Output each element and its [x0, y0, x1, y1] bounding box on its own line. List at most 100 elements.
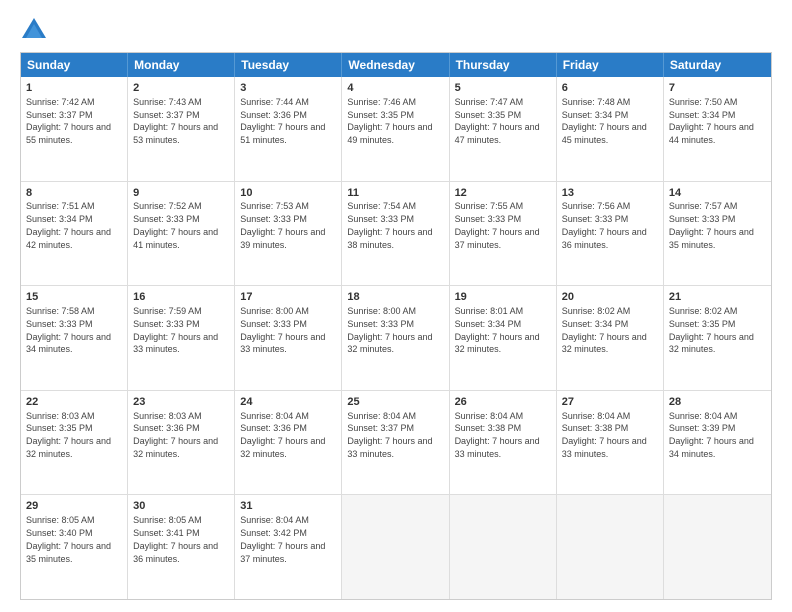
cell-info: Sunrise: 8:04 AMSunset: 3:38 PMDaylight:… [455, 411, 540, 459]
weekday-header: Sunday [21, 53, 128, 77]
calendar-row: 15Sunrise: 7:58 AMSunset: 3:33 PMDayligh… [21, 285, 771, 390]
cell-info: Sunrise: 7:57 AMSunset: 3:33 PMDaylight:… [669, 201, 754, 249]
weekday-header: Monday [128, 53, 235, 77]
calendar-cell: 5Sunrise: 7:47 AMSunset: 3:35 PMDaylight… [450, 77, 557, 181]
calendar-cell: 1Sunrise: 7:42 AMSunset: 3:37 PMDaylight… [21, 77, 128, 181]
cell-info: Sunrise: 8:04 AMSunset: 3:36 PMDaylight:… [240, 411, 325, 459]
day-number: 22 [26, 395, 122, 410]
calendar-cell: 17Sunrise: 8:00 AMSunset: 3:33 PMDayligh… [235, 286, 342, 390]
calendar-header: SundayMondayTuesdayWednesdayThursdayFrid… [21, 53, 771, 77]
cell-info: Sunrise: 7:58 AMSunset: 3:33 PMDaylight:… [26, 306, 111, 354]
calendar-cell: 20Sunrise: 8:02 AMSunset: 3:34 PMDayligh… [557, 286, 664, 390]
cell-info: Sunrise: 8:00 AMSunset: 3:33 PMDaylight:… [240, 306, 325, 354]
calendar-cell: 2Sunrise: 7:43 AMSunset: 3:37 PMDaylight… [128, 77, 235, 181]
cell-info: Sunrise: 8:02 AMSunset: 3:35 PMDaylight:… [669, 306, 754, 354]
day-number: 28 [669, 395, 766, 410]
day-number: 1 [26, 81, 122, 96]
calendar-cell: 7Sunrise: 7:50 AMSunset: 3:34 PMDaylight… [664, 77, 771, 181]
day-number: 16 [133, 290, 229, 305]
day-number: 31 [240, 499, 336, 514]
calendar-cell: 26Sunrise: 8:04 AMSunset: 3:38 PMDayligh… [450, 391, 557, 495]
calendar-cell: 13Sunrise: 7:56 AMSunset: 3:33 PMDayligh… [557, 182, 664, 286]
calendar-cell: 14Sunrise: 7:57 AMSunset: 3:33 PMDayligh… [664, 182, 771, 286]
calendar-cell: 15Sunrise: 7:58 AMSunset: 3:33 PMDayligh… [21, 286, 128, 390]
cell-info: Sunrise: 8:00 AMSunset: 3:33 PMDaylight:… [347, 306, 432, 354]
cell-info: Sunrise: 7:51 AMSunset: 3:34 PMDaylight:… [26, 201, 111, 249]
calendar-row: 29Sunrise: 8:05 AMSunset: 3:40 PMDayligh… [21, 494, 771, 599]
day-number: 3 [240, 81, 336, 96]
cell-info: Sunrise: 8:02 AMSunset: 3:34 PMDaylight:… [562, 306, 647, 354]
cell-info: Sunrise: 8:04 AMSunset: 3:38 PMDaylight:… [562, 411, 647, 459]
day-number: 4 [347, 81, 443, 96]
day-number: 18 [347, 290, 443, 305]
logo-icon [20, 16, 48, 44]
calendar-cell: 28Sunrise: 8:04 AMSunset: 3:39 PMDayligh… [664, 391, 771, 495]
day-number: 9 [133, 186, 229, 201]
cell-info: Sunrise: 7:50 AMSunset: 3:34 PMDaylight:… [669, 97, 754, 145]
cell-info: Sunrise: 8:05 AMSunset: 3:41 PMDaylight:… [133, 515, 218, 563]
cell-info: Sunrise: 7:44 AMSunset: 3:36 PMDaylight:… [240, 97, 325, 145]
cell-info: Sunrise: 7:48 AMSunset: 3:34 PMDaylight:… [562, 97, 647, 145]
day-number: 21 [669, 290, 766, 305]
calendar-row: 22Sunrise: 8:03 AMSunset: 3:35 PMDayligh… [21, 390, 771, 495]
calendar-cell: 31Sunrise: 8:04 AMSunset: 3:42 PMDayligh… [235, 495, 342, 599]
cell-info: Sunrise: 8:03 AMSunset: 3:36 PMDaylight:… [133, 411, 218, 459]
calendar-cell: 9Sunrise: 7:52 AMSunset: 3:33 PMDaylight… [128, 182, 235, 286]
cell-info: Sunrise: 7:53 AMSunset: 3:33 PMDaylight:… [240, 201, 325, 249]
day-number: 29 [26, 499, 122, 514]
calendar-cell: 4Sunrise: 7:46 AMSunset: 3:35 PMDaylight… [342, 77, 449, 181]
cell-info: Sunrise: 8:04 AMSunset: 3:39 PMDaylight:… [669, 411, 754, 459]
logo [20, 16, 52, 44]
day-number: 17 [240, 290, 336, 305]
calendar-cell: 11Sunrise: 7:54 AMSunset: 3:33 PMDayligh… [342, 182, 449, 286]
calendar-cell: 27Sunrise: 8:04 AMSunset: 3:38 PMDayligh… [557, 391, 664, 495]
calendar-cell [450, 495, 557, 599]
calendar-cell: 19Sunrise: 8:01 AMSunset: 3:34 PMDayligh… [450, 286, 557, 390]
day-number: 8 [26, 186, 122, 201]
cell-info: Sunrise: 7:59 AMSunset: 3:33 PMDaylight:… [133, 306, 218, 354]
calendar-cell: 21Sunrise: 8:02 AMSunset: 3:35 PMDayligh… [664, 286, 771, 390]
calendar-cell: 25Sunrise: 8:04 AMSunset: 3:37 PMDayligh… [342, 391, 449, 495]
day-number: 19 [455, 290, 551, 305]
day-number: 6 [562, 81, 658, 96]
day-number: 11 [347, 186, 443, 201]
day-number: 23 [133, 395, 229, 410]
weekday-header: Thursday [450, 53, 557, 77]
calendar-cell: 24Sunrise: 8:04 AMSunset: 3:36 PMDayligh… [235, 391, 342, 495]
day-number: 26 [455, 395, 551, 410]
calendar-cell: 12Sunrise: 7:55 AMSunset: 3:33 PMDayligh… [450, 182, 557, 286]
calendar-cell: 3Sunrise: 7:44 AMSunset: 3:36 PMDaylight… [235, 77, 342, 181]
day-number: 25 [347, 395, 443, 410]
day-number: 24 [240, 395, 336, 410]
day-number: 2 [133, 81, 229, 96]
cell-info: Sunrise: 8:03 AMSunset: 3:35 PMDaylight:… [26, 411, 111, 459]
weekday-header: Tuesday [235, 53, 342, 77]
cell-info: Sunrise: 7:43 AMSunset: 3:37 PMDaylight:… [133, 97, 218, 145]
calendar-cell: 10Sunrise: 7:53 AMSunset: 3:33 PMDayligh… [235, 182, 342, 286]
day-number: 14 [669, 186, 766, 201]
day-number: 27 [562, 395, 658, 410]
calendar-row: 1Sunrise: 7:42 AMSunset: 3:37 PMDaylight… [21, 77, 771, 181]
calendar-row: 8Sunrise: 7:51 AMSunset: 3:34 PMDaylight… [21, 181, 771, 286]
calendar-cell: 16Sunrise: 7:59 AMSunset: 3:33 PMDayligh… [128, 286, 235, 390]
cell-info: Sunrise: 8:04 AMSunset: 3:42 PMDaylight:… [240, 515, 325, 563]
calendar-cell: 30Sunrise: 8:05 AMSunset: 3:41 PMDayligh… [128, 495, 235, 599]
calendar-cell: 8Sunrise: 7:51 AMSunset: 3:34 PMDaylight… [21, 182, 128, 286]
day-number: 30 [133, 499, 229, 514]
day-number: 7 [669, 81, 766, 96]
day-number: 5 [455, 81, 551, 96]
cell-info: Sunrise: 7:46 AMSunset: 3:35 PMDaylight:… [347, 97, 432, 145]
cell-info: Sunrise: 7:55 AMSunset: 3:33 PMDaylight:… [455, 201, 540, 249]
cell-info: Sunrise: 7:47 AMSunset: 3:35 PMDaylight:… [455, 97, 540, 145]
calendar-cell [664, 495, 771, 599]
calendar-cell [557, 495, 664, 599]
calendar-cell: 6Sunrise: 7:48 AMSunset: 3:34 PMDaylight… [557, 77, 664, 181]
weekday-header: Friday [557, 53, 664, 77]
calendar-body: 1Sunrise: 7:42 AMSunset: 3:37 PMDaylight… [21, 77, 771, 599]
day-number: 13 [562, 186, 658, 201]
calendar-cell: 22Sunrise: 8:03 AMSunset: 3:35 PMDayligh… [21, 391, 128, 495]
day-number: 12 [455, 186, 551, 201]
cell-info: Sunrise: 7:52 AMSunset: 3:33 PMDaylight:… [133, 201, 218, 249]
calendar-cell: 23Sunrise: 8:03 AMSunset: 3:36 PMDayligh… [128, 391, 235, 495]
weekday-header: Wednesday [342, 53, 449, 77]
